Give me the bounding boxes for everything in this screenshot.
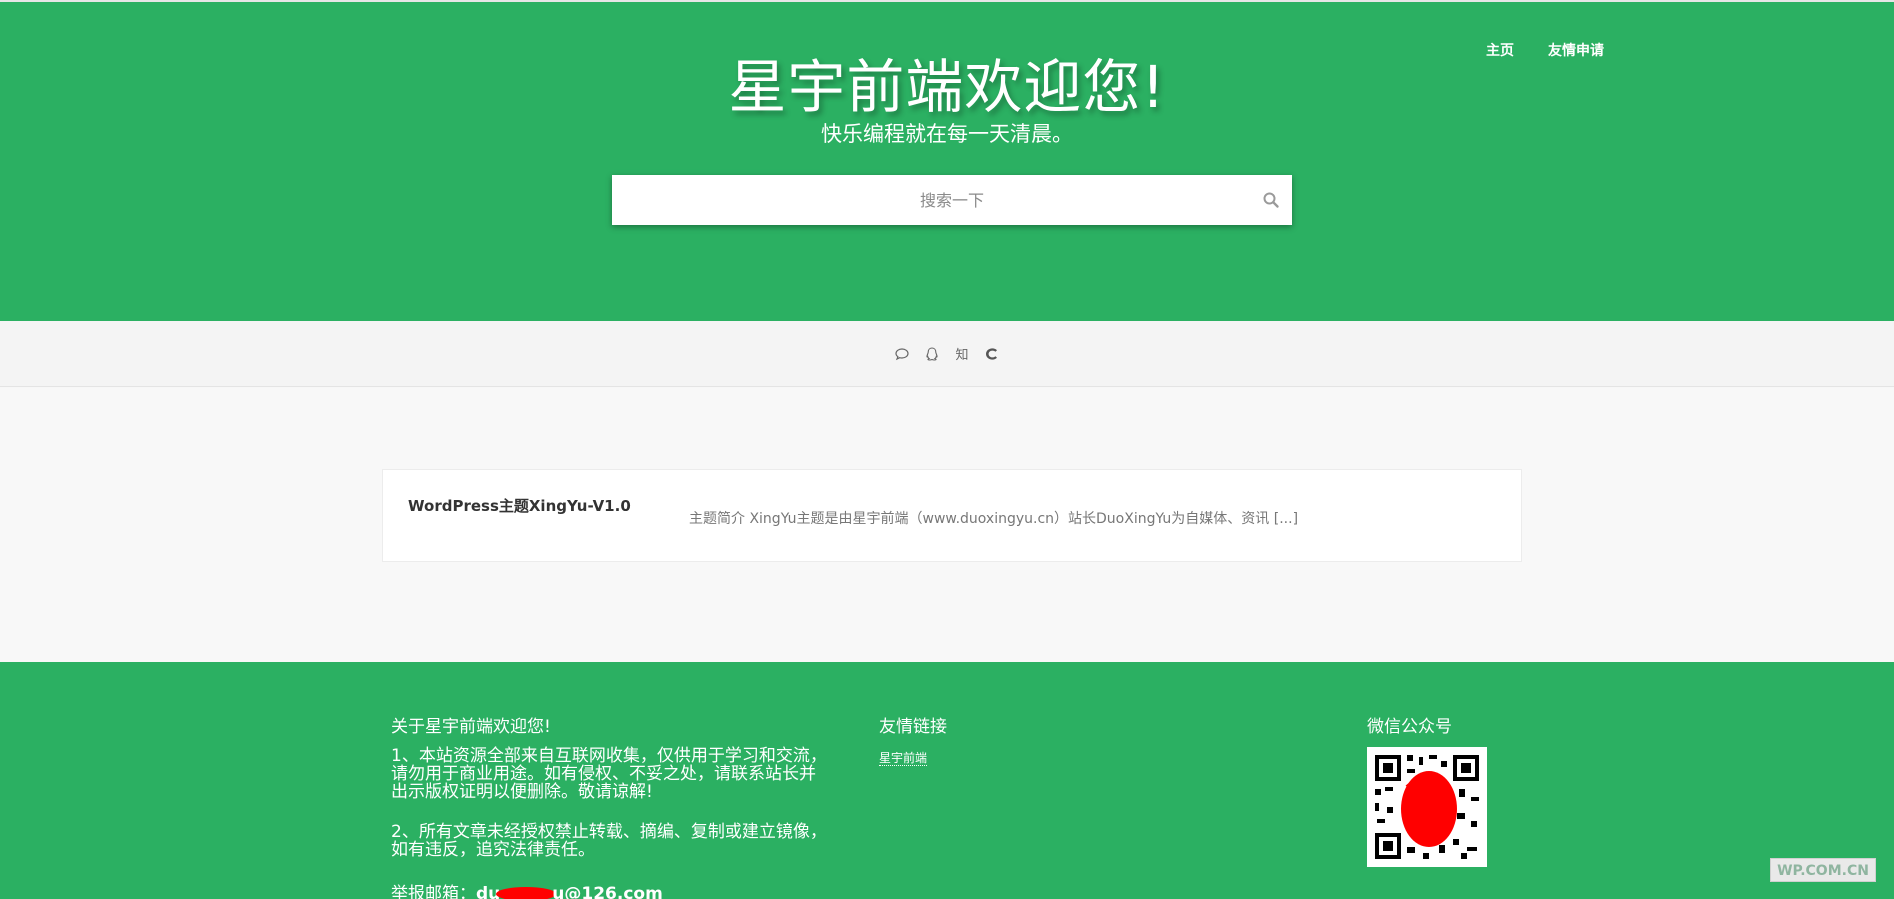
wechat-qr-code (1367, 747, 1487, 867)
nav-home[interactable]: 主页 (1486, 40, 1514, 60)
post-excerpt: 主题简介 XingYu主题是由星宇前端（www.duoxingyu.cn）站长D… (689, 511, 1299, 527)
search-input[interactable] (612, 175, 1292, 225)
site-header: 星宇前端欢迎您! 快乐编程就在每一天清晨。 主页 友情申请 (0, 0, 1894, 321)
site-subtitle: 快乐编程就在每一天清晨。 (821, 122, 1073, 146)
chat-bubble-icon[interactable] (893, 345, 911, 363)
main-nav: 主页 友情申请 (1486, 40, 1604, 60)
footer-about-title: 关于星宇前端欢迎您! (391, 717, 551, 737)
social-bar: 知 (0, 321, 1894, 387)
footer-about: 关于星宇前端欢迎您! 1、本站资源全部来自互联网收集，仅供用于学习和交流，请勿用… (391, 712, 831, 899)
main-content: WordPress主题XingYu-V1.0 主题简介 XingYu主题是由星宇… (0, 388, 1894, 662)
report-email-label: 举报邮箱： (391, 884, 476, 899)
footer-links-title: 友情链接 (879, 717, 947, 737)
csdn-icon[interactable] (983, 345, 1001, 363)
search-icon[interactable] (1262, 191, 1280, 209)
site-footer: 关于星宇前端欢迎您! 1、本站资源全部来自互联网收集，仅供用于学习和交流，请勿用… (0, 662, 1894, 899)
watermark-logo: WP.COM.CN (1770, 858, 1876, 882)
report-email-suffix: u@126.com (552, 884, 663, 899)
nav-friend-link-apply[interactable]: 友情申请 (1548, 40, 1604, 60)
zhihu-icon[interactable]: 知 (953, 345, 971, 363)
site-title: 星宇前端欢迎您! (728, 53, 1166, 121)
footer-wechat: 微信公众号 (1367, 712, 1487, 867)
footer-link-item[interactable]: 星宇前端 (879, 751, 928, 766)
footer-wechat-title: 微信公众号 (1367, 717, 1452, 737)
qq-icon[interactable] (923, 345, 941, 363)
footer-about-paragraph-1: 1、本站资源全部来自互联网收集，仅供用于学习和交流，请勿用于商业用途。如有侵权、… (391, 746, 827, 802)
post-card[interactable]: WordPress主题XingYu-V1.0 主题简介 XingYu主题是由星宇… (382, 469, 1522, 562)
post-title[interactable]: WordPress主题XingYu-V1.0 (408, 495, 631, 516)
footer-links: 友情链接 星宇前端 (879, 712, 947, 766)
footer-about-paragraph-2: 2、所有文章未经授权禁止转载、摘编、复制或建立镜像，如有违反，追究法律责任。 (391, 822, 827, 860)
report-email: 举报邮箱：du u@126.com (391, 879, 831, 899)
search-box (612, 175, 1292, 225)
redaction-mark (496, 887, 557, 899)
